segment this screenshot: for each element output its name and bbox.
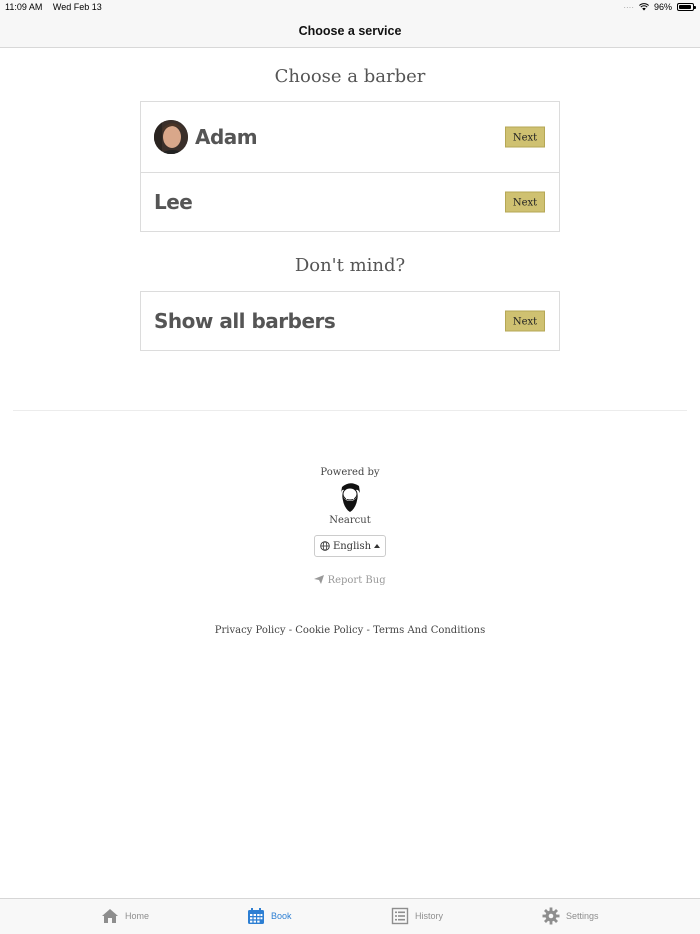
status-date: Wed Feb 13 bbox=[52, 2, 102, 12]
dont-mind-heading: Don't mind? bbox=[294, 255, 406, 276]
nav-bar: Choose a service bbox=[0, 14, 700, 48]
legal-links: Privacy Policy - Cookie Policy - Terms A… bbox=[0, 625, 700, 636]
gear-icon bbox=[542, 907, 560, 925]
caret-up-icon bbox=[374, 544, 381, 548]
terms-link[interactable]: Terms And Conditions bbox=[373, 625, 485, 636]
any-barber-card: Show all barbers Next bbox=[140, 291, 560, 351]
wifi-icon bbox=[639, 3, 649, 11]
avatar-photo bbox=[154, 120, 188, 154]
home-icon bbox=[102, 909, 118, 923]
barber-name: Lee bbox=[154, 190, 193, 214]
barber-name: Adam bbox=[195, 125, 258, 149]
battery-percent: 96% bbox=[653, 2, 672, 12]
cookie-policy-link[interactable]: Cookie Policy bbox=[295, 625, 363, 636]
next-button[interactable]: Next bbox=[505, 191, 545, 213]
tab-book[interactable]: Book bbox=[247, 907, 292, 925]
battery-level bbox=[679, 5, 692, 9]
nearcut-logo-icon bbox=[341, 483, 360, 512]
tab-label: Home bbox=[125, 911, 150, 921]
choose-barber-heading: Choose a barber bbox=[274, 66, 426, 87]
tab-label: Book bbox=[271, 911, 292, 921]
battery-icon bbox=[677, 3, 696, 11]
barber-list: Adam Next Lee Next bbox=[140, 101, 560, 232]
barber-avatar bbox=[154, 120, 188, 154]
paper-plane-icon bbox=[314, 575, 325, 584]
report-bug-link[interactable]: Report Bug bbox=[0, 575, 700, 586]
show-all-barbers-row[interactable]: Show all barbers Next bbox=[141, 292, 559, 350]
status-bar: 11:09 AM Wed Feb 13 ···· 96% bbox=[0, 0, 700, 14]
barber-row-lee[interactable]: Lee Next bbox=[141, 173, 559, 231]
language-label: English bbox=[332, 540, 372, 552]
next-button[interactable]: Next bbox=[505, 310, 545, 332]
tab-label: History bbox=[415, 911, 444, 921]
footer-divider bbox=[13, 410, 687, 411]
tab-bar: Home Book History Settings bbox=[0, 898, 700, 934]
status-time: 11:09 AM bbox=[5, 2, 43, 12]
globe-icon bbox=[320, 541, 330, 551]
link-separator: - bbox=[363, 625, 374, 636]
show-all-barbers-label: Show all barbers bbox=[154, 309, 336, 333]
page-title: Choose a service bbox=[298, 23, 402, 38]
tab-settings[interactable]: Settings bbox=[542, 907, 599, 925]
list-icon bbox=[391, 907, 409, 925]
calendar-icon bbox=[248, 908, 264, 924]
report-bug-label: Report Bug bbox=[327, 575, 386, 586]
tab-history[interactable]: History bbox=[391, 907, 443, 925]
privacy-policy-link[interactable]: Privacy Policy bbox=[215, 625, 286, 636]
brand-name: Nearcut bbox=[329, 515, 371, 526]
powered-by-label: Powered by bbox=[320, 467, 380, 478]
tab-label: Settings bbox=[566, 911, 599, 921]
link-separator: - bbox=[285, 625, 296, 636]
next-button[interactable]: Next bbox=[505, 126, 545, 148]
multitasking-dots-icon: ···· bbox=[623, 2, 634, 12]
barber-row-adam[interactable]: Adam Next bbox=[141, 102, 559, 173]
language-dropdown[interactable]: English bbox=[314, 535, 386, 557]
tab-home[interactable]: Home bbox=[101, 907, 149, 925]
